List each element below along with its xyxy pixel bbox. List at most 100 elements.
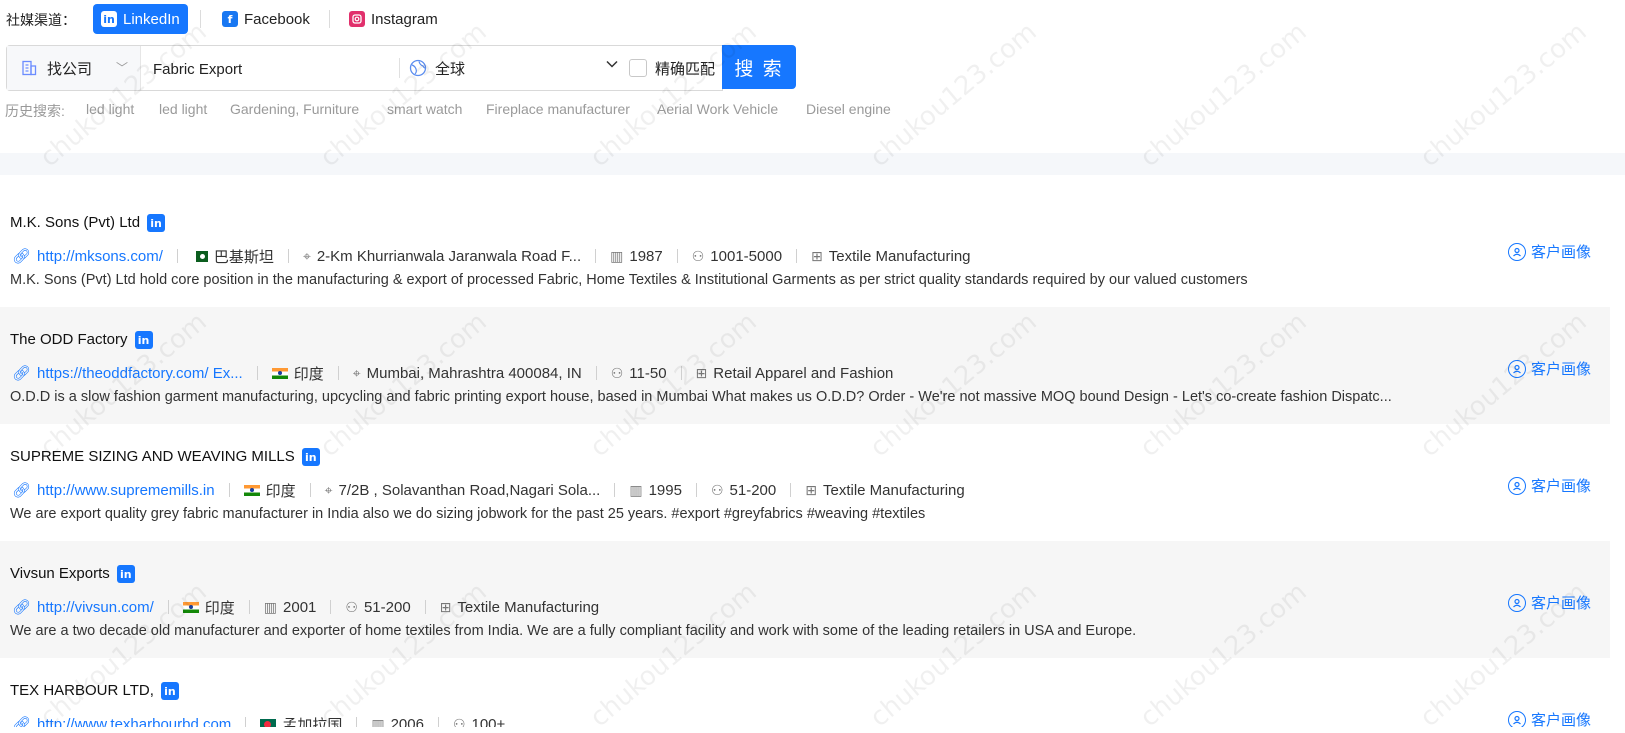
link-icon: 🔗︎ xyxy=(12,482,32,499)
company-meta: 🔗︎ http://mksons.com/ 巴基斯坦 ⌖ 2-Km Khurrian… xyxy=(12,246,971,266)
history-item[interactable]: led light xyxy=(86,101,134,117)
company-website-link[interactable]: http://vivsun.com/ xyxy=(37,599,154,616)
company-description: We are export quality grey fabric manufa… xyxy=(10,506,926,522)
search-type-label: 找公司 xyxy=(47,60,93,78)
linkedin-icon[interactable]: in xyxy=(147,214,166,233)
company-founded: 2001 xyxy=(283,598,317,616)
chevron-down-icon: ﹀ xyxy=(115,61,128,75)
social-channel-label: 社媒渠道： xyxy=(6,12,76,28)
company-meta: 🔗︎ http://vivsun.com/ 印度 ▥ 2001 ⚇ 51-200 ⊞ T… xyxy=(12,597,599,617)
customer-portrait-label: 客户画像 xyxy=(1531,244,1592,261)
history-item[interactable]: Gardening, Furniture xyxy=(230,101,359,117)
user-icon xyxy=(1508,476,1526,495)
location-pin-icon: ⌖ xyxy=(302,247,311,264)
linkedin-icon[interactable]: in xyxy=(116,565,135,584)
category-icon: ⊞ xyxy=(695,364,708,381)
history-item[interactable]: Aerial Work Vehicle xyxy=(657,101,778,117)
building-icon: ▥ xyxy=(629,481,643,498)
result-row: SUPREME SIZING AND WEAVING MILLS in 🔗︎ htt… xyxy=(0,424,1610,541)
category-icon: ⊞ xyxy=(811,247,823,264)
building-icon: ▥ xyxy=(263,598,278,615)
company-country: 巴基斯坦 xyxy=(213,248,274,266)
company-address: 7/2B , Solavanthan Road,Nagari Sola... xyxy=(338,481,601,499)
company-description: We are a two decade old manufacturer and… xyxy=(10,623,1137,639)
customer-portrait-label: 客户画像 xyxy=(1531,595,1592,612)
user-icon xyxy=(1508,242,1526,261)
company-name[interactable]: SUPREME SIZING AND WEAVING MILLS in xyxy=(10,448,320,467)
company-country: 印度 xyxy=(293,365,324,383)
result-row: The ODD Factory in 🔗︎ https://theoddfactor… xyxy=(0,307,1610,424)
company-name[interactable]: The ODD Factory in xyxy=(10,331,153,350)
history-item[interactable]: Diesel engine xyxy=(806,101,891,117)
india-flag-icon xyxy=(182,601,199,613)
building-icon: ▥ xyxy=(371,715,385,728)
watermark-text: chukou123.com xyxy=(34,16,213,174)
company-website-link[interactable]: http://www.texharbourbd.com xyxy=(37,716,231,728)
india-flag-icon xyxy=(271,367,288,379)
link-icon: 🔗︎ xyxy=(12,248,32,265)
exact-match-toggle[interactable]: 精确匹配 xyxy=(629,46,715,90)
tab-facebook[interactable]: f Facebook xyxy=(214,4,318,34)
tab-instagram[interactable]: Instagram xyxy=(341,4,446,34)
customer-portrait-button[interactable]: 客户画像 xyxy=(1508,358,1591,379)
region-label: 全球 xyxy=(435,60,466,78)
company-address: 2-Km Khurrianwala Jaranwala Road F... xyxy=(316,247,582,265)
tab-divider xyxy=(329,10,330,28)
history-item[interactable]: Fireplace manufacturer xyxy=(486,101,630,117)
linkedin-icon[interactable]: in xyxy=(134,331,153,350)
search-type-select[interactable]: 找公司 ﹀ xyxy=(7,46,141,90)
pakistan-flag-icon xyxy=(191,250,208,262)
globe-icon xyxy=(409,59,427,77)
company-meta: 🔗︎ http://www.texharbourbd.com 孟加拉国 ▥ 2006… xyxy=(12,714,505,727)
company-industry: Retail Apparel and Fashion xyxy=(713,364,894,382)
exact-match-checkbox[interactable] xyxy=(629,59,647,77)
result-row: M.K. Sons (Pvt) Ltd in 🔗︎ http://mksons.co… xyxy=(0,190,1610,307)
link-icon: 🔗︎ xyxy=(12,716,32,727)
company-website-link[interactable]: http://mksons.com/ xyxy=(37,248,163,265)
company-country: 印度 xyxy=(265,482,296,500)
company-meta: 🔗︎ https://theoddfactory.com/ Ex... 印度 ⌖ M… xyxy=(12,363,893,383)
tab-linkedin[interactable]: in LinkedIn xyxy=(93,4,188,34)
company-name[interactable]: Vivsun Exports in xyxy=(10,565,135,584)
people-icon: ⚇ xyxy=(345,598,358,615)
watermark-text: chukou123.com xyxy=(1134,16,1313,174)
company-founded: 1995 xyxy=(648,481,682,499)
company-name[interactable]: M.K. Sons (Pvt) Ltd in xyxy=(10,214,166,233)
history-item[interactable]: smart watch xyxy=(387,101,462,117)
link-icon: 🔗︎ xyxy=(12,599,32,616)
people-icon: ⚇ xyxy=(710,481,724,498)
watermark-text: chukou123.com xyxy=(864,16,1043,174)
company-address: Mumbai, Mahrashtra 400084, IN xyxy=(366,364,582,382)
history-label: 历史搜索: xyxy=(5,103,65,119)
tab-facebook-label: Facebook xyxy=(244,10,310,28)
instagram-icon xyxy=(349,11,365,27)
company-founded: 2006 xyxy=(390,715,424,728)
search-divider xyxy=(399,58,400,78)
company-website-link[interactable]: http://www.suprememills.in xyxy=(37,482,215,499)
customer-portrait-button[interactable]: 客户画像 xyxy=(1508,475,1591,496)
company-meta: 🔗︎ http://www.suprememills.in 印度 ⌖ 7/2B , … xyxy=(12,480,965,500)
customer-portrait-button[interactable]: 客户画像 xyxy=(1508,241,1591,262)
region-select[interactable]: 全球 xyxy=(409,46,619,90)
keyword-input[interactable] xyxy=(151,52,395,86)
user-icon xyxy=(1508,359,1526,378)
search-bar: 找公司 ﹀ 全球 精确匹配 xyxy=(6,45,723,91)
search-button[interactable]: 搜 索 xyxy=(722,45,796,89)
customer-portrait-button[interactable]: 客户画像 xyxy=(1508,709,1591,727)
tab-instagram-label: Instagram xyxy=(371,10,438,28)
company-size: 1001-5000 xyxy=(710,247,783,265)
company-description: O.D.D is a slow fashion garment manufact… xyxy=(10,389,1392,405)
user-icon xyxy=(1508,710,1526,727)
customer-portrait-button[interactable]: 客户画像 xyxy=(1508,592,1591,613)
linkedin-icon[interactable]: in xyxy=(160,682,179,701)
company-country: 印度 xyxy=(204,599,235,617)
watermark-text: chukou123.com xyxy=(1414,16,1593,174)
india-flag-icon xyxy=(243,484,260,496)
location-pin-icon: ⌖ xyxy=(324,481,333,498)
history-item[interactable]: led light xyxy=(159,101,207,117)
company-description: M.K. Sons (Pvt) Ltd hold core position i… xyxy=(10,272,1248,288)
company-name[interactable]: TEX HARBOUR LTD, in xyxy=(10,682,179,701)
linkedin-icon[interactable]: in xyxy=(301,448,320,467)
people-icon: ⚇ xyxy=(691,247,705,264)
company-website-link[interactable]: https://theoddfactory.com/ Ex... xyxy=(37,365,243,382)
